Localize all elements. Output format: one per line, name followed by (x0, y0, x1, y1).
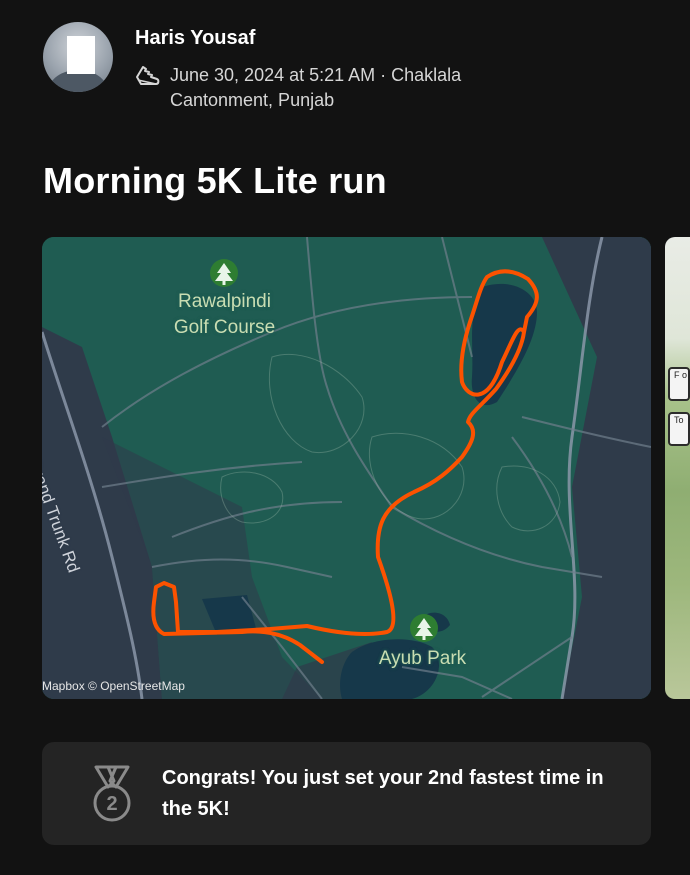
photo-sign-2: To (668, 412, 690, 446)
achievement-card[interactable]: 2 Congrats! You just set your 2nd fastes… (42, 742, 651, 845)
poi-golf-course-label: Rawalpindi Golf Course (142, 289, 307, 341)
athlete-name[interactable]: Haris Yousaf (135, 27, 255, 50)
photo-sign-1: F o (668, 367, 690, 401)
poi-golf-course-line2: Golf Course (173, 317, 276, 338)
route-map[interactable]: Rawalpindi Golf Course Ayub Park Grand T… (42, 237, 651, 699)
medal-icon: 2 (93, 765, 131, 822)
poi-ayub-park-label: Ayub Park (378, 648, 467, 669)
map-attribution[interactable]: Mapbox © OpenStreetMap (42, 679, 185, 693)
activity-title[interactable]: Morning 5K Lite run (43, 160, 387, 202)
activity-photo-preview[interactable]: F o To (665, 237, 690, 699)
running-shoe-icon (136, 66, 160, 85)
map-canvas (42, 237, 651, 699)
achievement-message: Congrats! You just set your 2nd fastest … (162, 767, 604, 820)
medal-rank: 2 (106, 793, 117, 815)
athlete-avatar[interactable] (43, 22, 113, 92)
activity-location: Cantonment, Punjab (170, 90, 335, 110)
activity-datetime-location: June 30, 2024 at 5:21 AM · Chaklala (170, 65, 462, 85)
avatar-face-redaction (67, 36, 95, 74)
poi-golf-course-line1: Rawalpindi (178, 291, 271, 312)
tree-icon (210, 259, 238, 287)
tree-icon (410, 614, 438, 642)
